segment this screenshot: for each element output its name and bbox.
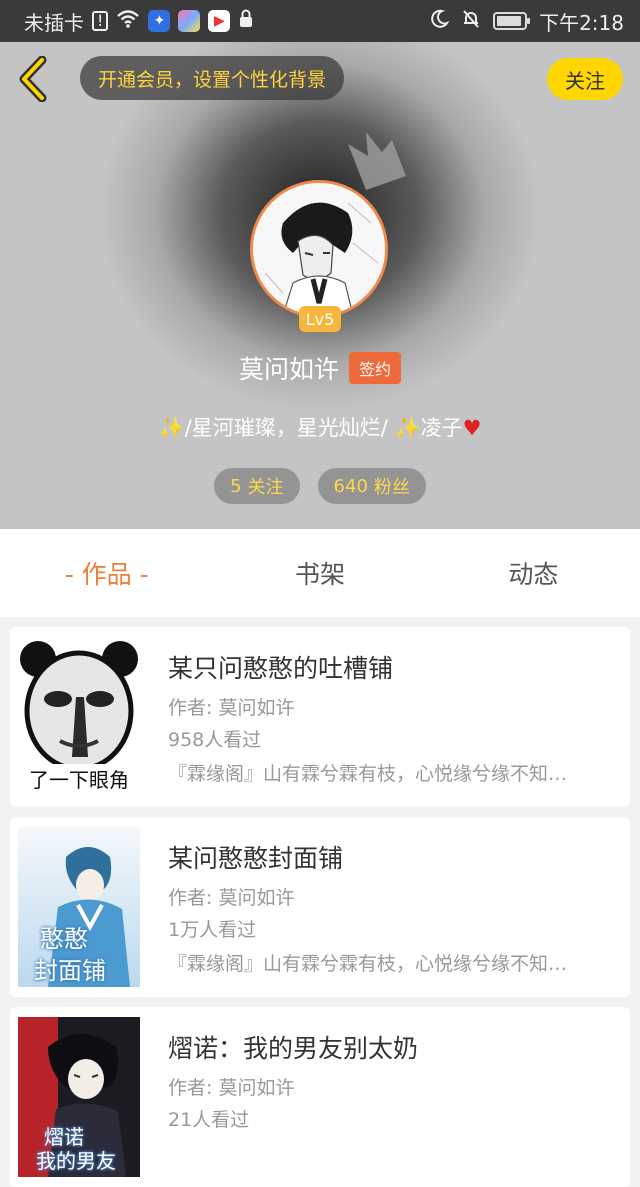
book-cover: 了一下眼角	[18, 637, 140, 797]
fans-count: 640	[333, 475, 368, 497]
baidu-app-icon: ✦	[148, 10, 171, 32]
tab-activity[interactable]: 动态	[427, 529, 640, 617]
battery-icon	[493, 12, 531, 30]
sparkle-icon: ✨	[394, 416, 421, 440]
following-count-pill[interactable]: 5 关注	[214, 468, 300, 504]
avatar[interactable]	[250, 180, 388, 318]
profile-tabs: - 作品 - 书架 动态	[0, 529, 640, 617]
fans-count-pill[interactable]: 640 粉丝	[317, 468, 426, 504]
mute-bell-icon	[461, 9, 481, 34]
user-name-row: 莫问如许 签约	[0, 350, 640, 386]
avatar-illustration	[253, 183, 385, 315]
username: 莫问如许	[238, 355, 339, 384]
clock-text: 下午2:18	[539, 10, 624, 35]
moon-icon	[429, 9, 450, 34]
bio-text-name: 凌子	[420, 416, 463, 440]
list-item[interactable]: 憨憨 封面铺 某问憨憨封面铺 作者: 莫问如许 1万人看过 『霖缘阁』山有霖兮霖…	[10, 817, 630, 997]
signed-author-badge: 签约	[349, 352, 402, 384]
video-app-icon: ▶	[208, 10, 231, 32]
following-count: 5	[230, 475, 242, 497]
work-author: 作者: 莫问如许	[168, 887, 295, 909]
carrier-text: 未插卡	[24, 10, 84, 35]
lock-icon	[238, 9, 254, 34]
profile-header: 开通会员，设置个性化背景 关注 Lv5 莫问如许 签约 ✨/星河璀璨，星光灿烂/…	[0, 42, 640, 529]
follow-button[interactable]: 关注	[547, 58, 623, 100]
book-cover: 憨憨 封面铺	[18, 827, 140, 987]
list-item[interactable]: 熠诺 我的男友 熠诺：我的男友别太奶 作者: 莫问如许 21人看过	[10, 1007, 630, 1187]
heart-icon: ♥	[462, 416, 482, 440]
work-description: 『霖缘阁』山有霖兮霖有枝，心悦缘兮缘不知…	[168, 763, 568, 785]
wifi-icon	[116, 9, 140, 34]
user-stats: 5 关注 640 粉丝	[0, 468, 640, 504]
chevron-left-icon	[19, 55, 47, 103]
work-author: 作者: 莫问如许	[168, 1077, 295, 1099]
work-title: 某只问憨憨的吐槽铺	[168, 654, 394, 683]
gallery-app-icon	[178, 10, 201, 32]
fans-label: 粉丝	[373, 477, 410, 498]
cover-caption: 封面铺	[34, 957, 106, 985]
level-badge: Lv5	[299, 306, 341, 332]
status-bar: 未插卡 ! ✦ ▶ 下午2:18	[0, 0, 640, 42]
work-views: 958人看过	[168, 729, 262, 751]
sparkle-icon: ✨	[158, 416, 185, 440]
cover-caption: 我的男友	[36, 1149, 116, 1173]
back-button[interactable]	[14, 55, 54, 103]
work-title: 某问憨憨封面铺	[168, 844, 344, 873]
cover-caption: 了一下眼角	[18, 764, 140, 793]
list-item[interactable]: 了一下眼角 某只问憨憨的吐槽铺 作者: 莫问如许 958人看过 『霖缘阁』山有霖…	[10, 627, 630, 807]
work-description: 『霖缘阁』山有霖兮霖有枝，心悦缘兮缘不知…	[168, 953, 568, 975]
cover-caption: 憨憨	[40, 925, 88, 953]
work-title: 熠诺：我的男友别太奶	[168, 1034, 419, 1063]
tab-works[interactable]: - 作品 -	[0, 529, 213, 617]
work-views: 1万人看过	[168, 919, 257, 941]
vip-background-prompt[interactable]: 开通会员，设置个性化背景	[80, 56, 345, 100]
following-label: 关注	[247, 477, 284, 498]
work-views: 21人看过	[168, 1109, 250, 1131]
user-bio: ✨/星河璀璨，星光灿烂/ ✨凌子♥	[0, 412, 640, 442]
tab-bookshelf[interactable]: 书架	[213, 529, 426, 617]
bio-text-main: /星河璀璨，星光灿烂/	[184, 416, 388, 440]
sim-alert-icon: !	[92, 11, 109, 31]
book-cover: 熠诺 我的男友	[18, 1017, 140, 1177]
work-author: 作者: 莫问如许	[168, 697, 295, 719]
